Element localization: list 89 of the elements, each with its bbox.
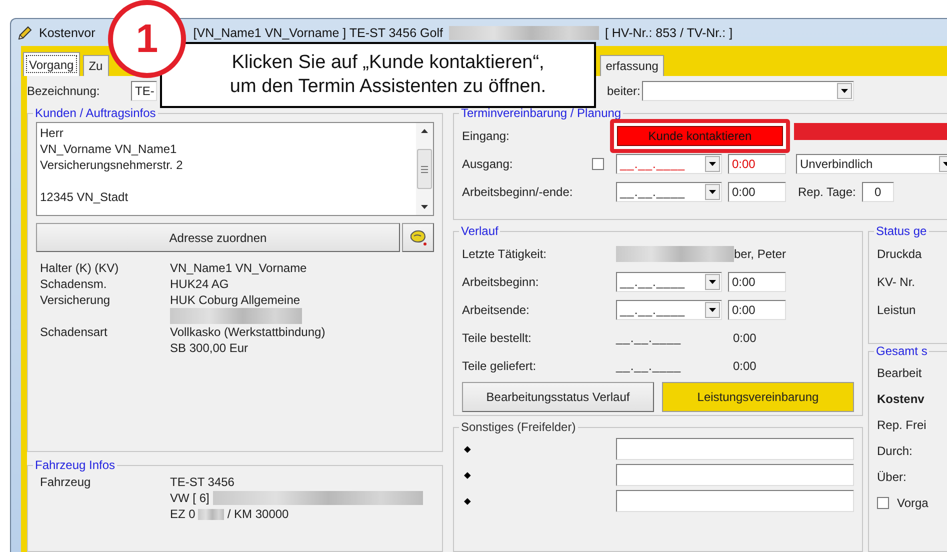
- group-title: Status ge: [875, 224, 928, 238]
- scrollbar[interactable]: [416, 123, 433, 215]
- checkbox[interactable]: [877, 497, 889, 509]
- field-label: Rep. Tage:: [798, 185, 856, 199]
- checkbox[interactable]: [592, 158, 604, 170]
- address-line: 12345 VN_Stadt: [40, 190, 128, 204]
- info-value: HUK24 AG: [170, 276, 229, 292]
- field-label: Kostenv: [877, 391, 926, 408]
- binding-dropdown[interactable]: Unverbindlich: [796, 154, 947, 174]
- field-label: KV- Nr.: [877, 274, 916, 291]
- window-title: [ HV-Nr.: 853 / TV-Nr.: ]: [604, 26, 733, 40]
- action-button[interactable]: Leistungsvereinbarung: [662, 382, 854, 412]
- field-label: Druckda: [877, 246, 923, 263]
- date-dropdown[interactable]: __.__.____: [616, 154, 722, 174]
- date-text: __.__.____: [616, 331, 682, 345]
- group-title: Gesamt s: [875, 344, 928, 358]
- address-book-button[interactable]: [402, 223, 434, 252]
- designation-field[interactable]: TE-: [131, 81, 157, 101]
- instruction-text: Klicken Sie auf „Kunde kontaktieren“,: [232, 51, 544, 75]
- time-text: 0:00: [733, 331, 756, 345]
- date-dropdown[interactable]: __.__.____: [616, 300, 722, 320]
- date-dropdown[interactable]: __.__.____: [616, 182, 722, 202]
- field-label: Rep. Frei: [877, 417, 928, 434]
- field-label: Teile geliefert:: [462, 359, 538, 373]
- checkbox-label: Vorga: [897, 496, 928, 510]
- activity-text: ber, Peter: [734, 247, 786, 261]
- date-text: __.__.____: [616, 359, 682, 373]
- time-field[interactable]: 0:00: [728, 182, 786, 202]
- field-label: Durch:: [877, 443, 914, 460]
- group-title: Fahrzeug Infos: [34, 458, 116, 472]
- field-label: Arbeitsende:: [462, 303, 530, 317]
- group-title: Sonstiges (Freifelder): [460, 420, 577, 434]
- free-text-field[interactable]: [616, 464, 854, 486]
- contact-customer-button[interactable]: Kunde kontaktieren: [617, 126, 783, 146]
- address-line: VN_Vorname VN_Name1: [40, 142, 177, 156]
- info-value: HUK Coburg Allgemeine: [170, 292, 300, 308]
- date-dropdown[interactable]: __.__.____: [616, 272, 722, 292]
- field-label: Über:: [877, 469, 908, 486]
- field-label: Ausgang:: [462, 157, 514, 171]
- info-label: Schadensart: [40, 324, 108, 341]
- info-value: TE-ST 3456: [170, 474, 234, 490]
- address-line: Versicherungsnehmerstr. 2: [40, 158, 183, 172]
- info-value: / KM 30000: [227, 506, 289, 522]
- staff-dropdown[interactable]: [642, 81, 854, 101]
- field-label: Arbeitsbeginn/-ende:: [462, 185, 574, 199]
- field-label: Bearbeit: [877, 365, 923, 382]
- free-text-field[interactable]: [616, 490, 854, 512]
- diamond-bullet-icon: [464, 446, 471, 452]
- field-label: Eingang:: [462, 129, 510, 143]
- field-label: Arbeitsbeginn:: [462, 275, 540, 289]
- tab[interactable]: Zu: [82, 55, 109, 76]
- address-box[interactable]: Herr VN_Vorname VN_Name1 Versicherungsnehmerstr. 2 12345 VN_Stadt: [36, 122, 434, 216]
- field-label: Leistun: [877, 302, 917, 319]
- info-value: EZ 0: [170, 506, 196, 522]
- tab[interactable]: Vorgang: [23, 52, 80, 76]
- field-label: Bezeichnung:: [27, 84, 101, 98]
- tab[interactable]: erfassung: [600, 55, 664, 76]
- info-value: VW [ 6]: [170, 490, 210, 506]
- field-label: beiter:: [607, 84, 640, 98]
- scroll-down-arrow-icon[interactable]: [421, 205, 428, 209]
- info-value: VN_Name1 VN_Vorname: [170, 260, 307, 276]
- pencil-icon: [17, 24, 33, 40]
- info-label: Halter (K) (KV): [40, 260, 120, 276]
- blurred-text: [198, 508, 224, 520]
- info-label: Schadensm.: [40, 276, 108, 292]
- window-title: [VN_Name1 VN_Vorname ] TE-ST 3456 Golf: [193, 26, 443, 40]
- info-label: Fahrzeug: [40, 474, 92, 491]
- field-label: Teile bestellt:: [462, 331, 532, 345]
- group-title: Kunden / Auftragsinfos: [34, 106, 157, 120]
- time-field[interactable]: 0:00: [728, 300, 786, 320]
- field-label: Letzte Tätigkeit:: [462, 247, 548, 261]
- time-text: 0:00: [733, 359, 756, 373]
- diamond-bullet-icon: [464, 472, 471, 478]
- action-button[interactable]: Bearbeitungsstatus Verlauf: [462, 382, 654, 412]
- time-field[interactable]: 0:00: [728, 272, 786, 292]
- repair-days-field[interactable]: 0: [862, 182, 894, 202]
- instruction-text: um den Termin Assistenten zu öffnen.: [230, 75, 546, 99]
- info-value: SB 300,00 Eur: [170, 340, 248, 356]
- address-line: Herr: [40, 126, 64, 140]
- assign-address-button[interactable]: Adresse zuordnen: [36, 223, 400, 252]
- free-text-field[interactable]: [616, 438, 854, 460]
- time-field[interactable]: 0:00: [728, 154, 786, 174]
- info-value: Vollkasko (Werkstattbindung): [170, 324, 326, 340]
- diamond-bullet-icon: [464, 498, 471, 504]
- group-title: Terminvereinbarung / Planung: [460, 106, 622, 120]
- window-title: Kostenvor: [39, 26, 96, 40]
- info-label: Versicherung: [40, 292, 112, 309]
- scroll-up-arrow-icon[interactable]: [421, 129, 428, 133]
- group-title: Verlauf: [460, 224, 500, 238]
